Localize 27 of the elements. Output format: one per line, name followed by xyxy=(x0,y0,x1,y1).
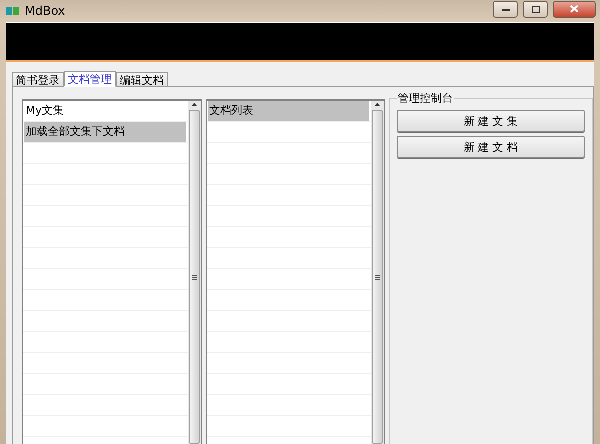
scroll-up-icon[interactable] xyxy=(192,103,196,106)
tab[interactable]: 编辑文档 xyxy=(116,72,168,86)
list-box[interactable]: 文档列表 xyxy=(206,99,385,444)
list-item[interactable]: 文档列表 xyxy=(208,101,369,121)
grip-icon xyxy=(192,274,196,280)
scrollbar[interactable] xyxy=(188,101,200,444)
tab[interactable]: 文档管理 xyxy=(64,71,116,87)
list-item[interactable]: My文集 xyxy=(24,101,186,121)
tab[interactable]: 简书登录 xyxy=(12,72,64,86)
new-button[interactable]: 新 建 文 集 xyxy=(397,110,585,132)
maximize-button[interactable] xyxy=(523,0,548,18)
grip-icon xyxy=(375,274,380,280)
scroll-up-icon[interactable] xyxy=(375,103,380,106)
window-title: MdBox xyxy=(25,4,66,18)
group-title: 管理控制台 xyxy=(397,91,454,106)
close-button[interactable] xyxy=(553,0,596,18)
list-item[interactable]: 加载全部文集下文档 xyxy=(24,122,186,142)
close-icon xyxy=(570,5,579,13)
minimize-icon xyxy=(502,8,510,10)
list-box[interactable]: My文集 加载全部文集下文档 xyxy=(22,99,202,444)
scroll-thumb[interactable] xyxy=(188,110,200,444)
minimize-button[interactable] xyxy=(493,0,518,18)
app-logo-icon xyxy=(6,6,20,16)
new-button[interactable]: 新 建 文 档 xyxy=(397,136,585,158)
maximize-icon xyxy=(532,6,540,12)
scrollbar[interactable] xyxy=(371,101,384,444)
scroll-thumb[interactable] xyxy=(372,110,383,444)
